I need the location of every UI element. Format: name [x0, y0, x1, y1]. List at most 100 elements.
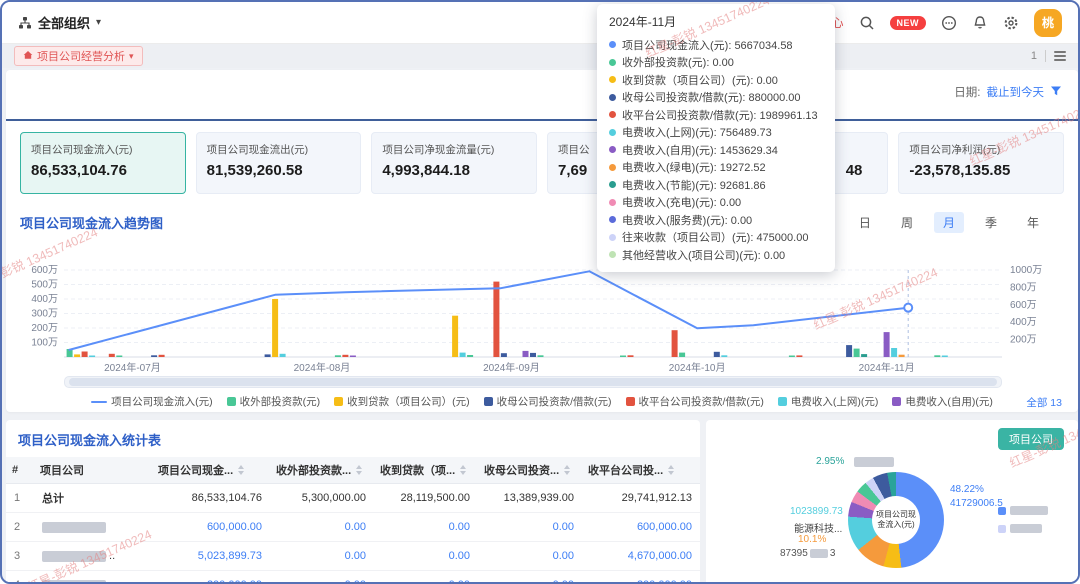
bar	[721, 355, 727, 357]
column-header[interactable]: 收到贷款（项...	[374, 462, 478, 478]
bar	[796, 355, 802, 357]
project-filter-button[interactable]: 项目公司	[998, 428, 1064, 450]
bar	[89, 356, 95, 358]
right-axis-label: 400万	[1010, 317, 1037, 328]
sort-icon[interactable]	[668, 465, 674, 475]
donut-legend-item[interactable]	[998, 524, 1048, 533]
table-row[interactable]: 3 ..5,023,899.730.000.000.004,670,000.00	[6, 542, 700, 571]
bar	[467, 355, 473, 357]
period-button[interactable]: 月	[934, 212, 964, 233]
legend-item[interactable]: 收到贷款（项目公司）(元)	[334, 394, 470, 409]
kpi-value: 86,533,104.76	[31, 162, 175, 179]
column-header[interactable]: 收外部投资款...	[270, 462, 374, 478]
x-axis-label: 2024年-09月	[483, 361, 540, 374]
project-name-cell	[34, 579, 152, 584]
period-button[interactable]: 季	[976, 212, 1006, 233]
legend-label: 收母公司投资款/借款(元)	[497, 394, 612, 409]
column-header[interactable]: 项目公司现金...	[152, 462, 270, 478]
chart-legend: 项目公司现金流入(元) 收外部投资款(元) 收到贷款（项目公司）(元) 收母公司投资款…	[91, 394, 993, 409]
column-header[interactable]: 收母公司投资...	[478, 462, 582, 478]
period-button[interactable]: 周	[892, 212, 922, 233]
kpi-card[interactable]: 项目公司现金流出(元)81,539,260.58	[196, 132, 362, 194]
analysis-card: 日期: 截止到今天 项目公司现金流入(元)86,533,104.76项目公司现金…	[6, 70, 1078, 412]
sort-icon[interactable]	[238, 465, 244, 475]
chart-zoom-scrollbar[interactable]	[64, 376, 1002, 388]
scrollbar-thumb[interactable]	[69, 378, 997, 386]
kpi-card[interactable]: 项目公司净现金流量(元)4,993,844.18	[371, 132, 537, 194]
donut-label: 10.1%	[798, 534, 826, 545]
redacted-text	[42, 551, 106, 562]
table-body: 1总计86,533,104.765,300,000.0028,119,500.0…	[6, 484, 700, 584]
donut-legend-item[interactable]	[998, 506, 1048, 515]
filter-funnel-icon[interactable]	[1050, 85, 1062, 100]
row-number: 3	[6, 550, 34, 562]
period-button[interactable]: 日	[850, 212, 880, 233]
legend-swatch	[778, 397, 787, 406]
search-icon[interactable]	[859, 15, 875, 31]
sort-icon[interactable]	[356, 465, 362, 475]
gear-icon[interactable]	[1003, 15, 1019, 31]
table-row[interactable]: 4200,000.000.000.000.00200,000.00	[6, 571, 700, 584]
column-header[interactable]: 项目公司	[34, 462, 152, 478]
tooltip-item-text: 收外部投资款(元): 0.00	[622, 54, 734, 70]
trend-header: 项目公司现金流入趋势图 日周月季年	[20, 212, 1048, 233]
tooltip-item: 电费收入(充电)(元): 0.00	[609, 194, 823, 212]
project-name-cell: 总计	[34, 490, 152, 506]
bell-icon[interactable]	[972, 15, 988, 31]
right-axis-label: 800万	[1010, 282, 1037, 293]
value-cell: 0.00	[270, 550, 374, 562]
bar	[523, 351, 529, 357]
legend-item[interactable]: 电费收入(自用)(元)	[892, 394, 993, 409]
date-filter-value[interactable]: 截止到今天	[987, 84, 1045, 100]
legend-swatch	[334, 397, 343, 406]
sort-icon[interactable]	[460, 465, 466, 475]
tooltip-title: 2024年-11月	[609, 13, 823, 30]
legend-item[interactable]: 收外部投资款(元)	[227, 394, 321, 409]
column-header[interactable]: #	[6, 464, 34, 476]
right-axis-label: 1000万	[1010, 265, 1042, 276]
series-dot	[609, 59, 616, 66]
sort-icon[interactable]	[564, 465, 570, 475]
tab-caret-icon[interactable]: ▾	[129, 51, 134, 62]
bar	[159, 355, 165, 357]
bar	[789, 356, 795, 358]
bar	[934, 355, 940, 357]
tab-project-analysis[interactable]: 项目公司经营分析 ▾	[14, 46, 143, 66]
legend-item[interactable]: 电费收入(上网)(元)	[778, 394, 879, 409]
column-header[interactable]: 收平台公司投...	[582, 462, 700, 478]
legend-item[interactable]: 收母公司投资款/借款(元)	[484, 394, 612, 409]
kpi-value: -23,578,135.85	[909, 162, 1053, 179]
kpi-value: 48	[846, 162, 878, 179]
series-dot	[609, 76, 616, 83]
menu-icon[interactable]	[1054, 49, 1066, 63]
avatar[interactable]: 桃	[1034, 9, 1062, 37]
legend-label: 收到贷款（项目公司）(元)	[347, 394, 470, 409]
bar	[82, 352, 88, 358]
legend-more-link[interactable]: 全部 13	[1026, 395, 1062, 410]
table-row[interactable]: 1总计86,533,104.765,300,000.0028,119,500.0…	[6, 484, 700, 513]
left-axis-label: 500万	[31, 280, 58, 291]
donut-chart[interactable]: 项目公司现金流入(元)	[848, 472, 944, 568]
bar	[538, 355, 544, 357]
tooltip-item-text: 电费收入(服务费)(元): 0.00	[622, 212, 752, 228]
section-divider	[6, 119, 1078, 121]
value-cell: 0.00	[374, 521, 478, 533]
page-number: 1	[1031, 50, 1037, 62]
legend-label: 项目公司现金流入(元)	[111, 394, 213, 409]
org-selector[interactable]: 全部组织	[38, 13, 90, 32]
kpi-card[interactable]: 项目公司现金流入(元)86,533,104.76	[20, 132, 186, 194]
bar	[501, 353, 507, 357]
series-dot	[609, 94, 616, 101]
kpi-card[interactable]: 项目公司净利润(元)-23,578,135.85	[898, 132, 1064, 194]
legend-item[interactable]: 项目公司现金流入(元)	[91, 394, 213, 409]
project-name-cell: ..	[34, 550, 152, 562]
table-row[interactable]: 2600,000.000.000.000.00600,000.00	[6, 513, 700, 542]
tooltip-item: 电费收入(服务费)(元): 0.00	[609, 211, 823, 229]
value-cell: 0.00	[270, 579, 374, 584]
period-button[interactable]: 年	[1018, 212, 1048, 233]
message-icon[interactable]	[941, 15, 957, 31]
trend-chart[interactable]: 600万500万400万300万200万100万1000万800万600万400…	[6, 70, 1078, 412]
tooltip-item-text: 电费收入(充电)(元): 0.00	[622, 194, 741, 210]
right-axis-label: 600万	[1010, 300, 1037, 311]
legend-item[interactable]: 收平台公司投资款/借款(元)	[626, 394, 764, 409]
